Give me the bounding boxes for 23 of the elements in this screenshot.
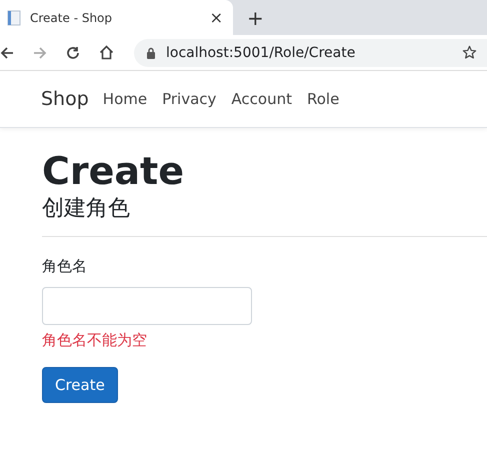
nav-link[interactable]: Role [306, 90, 340, 108]
document-icon [7, 10, 21, 26]
back-icon[interactable] [0, 46, 14, 60]
url-text: localhost:5001/Role/Create [166, 44, 356, 60]
brand-link[interactable]: Shop [41, 88, 89, 110]
reload-icon[interactable] [66, 46, 80, 60]
nav-link[interactable]: Privacy [162, 90, 216, 108]
browser-tab[interactable]: Create - Shop × [0, 0, 233, 35]
nav-link[interactable]: Account [231, 90, 292, 108]
close-tab-button[interactable]: × [210, 8, 223, 27]
input-field[interactable] [42, 287, 252, 325]
create-button[interactable]: Create [42, 367, 118, 403]
star-icon[interactable] [462, 45, 477, 60]
page-title: Create [42, 148, 184, 194]
nav-link[interactable]: Home [102, 90, 148, 108]
page-subtitle: 创建角色 [42, 195, 130, 223]
lock-icon [146, 46, 156, 58]
home-icon[interactable] [99, 45, 114, 60]
address-bar[interactable]: localhost:5001/Role/Create [134, 38, 487, 66]
field-label: 角色名 [42, 256, 87, 277]
new-tab-button[interactable]: + [247, 6, 264, 30]
tab-title: Create - Shop [30, 10, 114, 24]
validation-error: 角色名不能为空 [42, 330, 147, 351]
